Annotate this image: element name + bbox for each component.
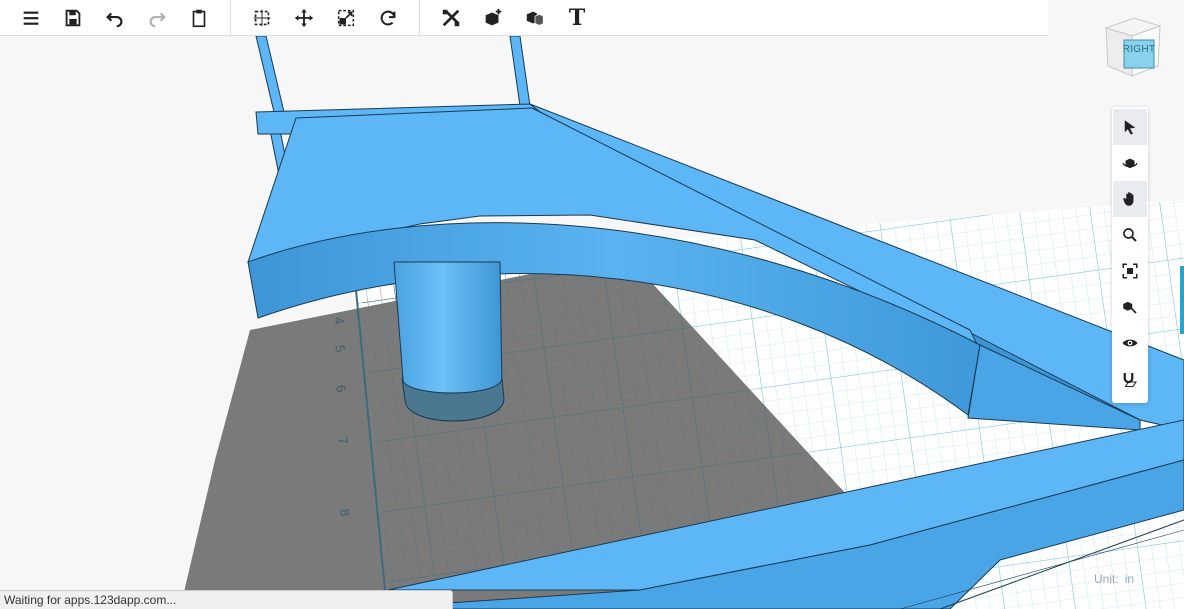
tools-button[interactable]: [433, 3, 469, 33]
toolbar-group-shapes: T: [420, 0, 608, 36]
group-button[interactable]: [244, 3, 280, 33]
toolbar-group-file: [0, 0, 231, 36]
text-tool-icon: T: [568, 4, 586, 31]
select-arrow-icon: [1124, 120, 1136, 135]
save-icon: [65, 9, 81, 26]
move-button[interactable]: [286, 3, 322, 33]
view-tools-palette: [1112, 107, 1148, 403]
shapes-panel-tab[interactable]: [1180, 266, 1184, 334]
text-tool-button[interactable]: T: [559, 3, 595, 33]
redo-icon: [149, 12, 166, 27]
add-shape-icon: [485, 8, 502, 25]
combine-icon: [526, 11, 544, 26]
scale-button[interactable]: [328, 3, 364, 33]
3d-viewport[interactable]: 4 5 6 7 8: [0, 0, 1184, 609]
redo-button[interactable]: [139, 3, 175, 33]
menu-button[interactable]: [13, 3, 49, 33]
view-selected-button[interactable]: [1113, 289, 1147, 325]
snap-magnet-icon: [1123, 373, 1137, 388]
add-shape-button[interactable]: [475, 3, 511, 33]
visibility-eye-icon: [1122, 339, 1138, 347]
zoom-tool-button[interactable]: [1113, 217, 1147, 253]
visibility-button[interactable]: [1113, 325, 1147, 361]
select-tool-button[interactable]: [1113, 109, 1147, 145]
orbit-icon: [1122, 158, 1138, 169]
undo-button[interactable]: [97, 3, 133, 33]
pan-tool-button[interactable]: [1113, 181, 1147, 217]
unit-value[interactable]: in: [1125, 572, 1134, 586]
rotate-button[interactable]: [370, 3, 406, 33]
browser-status-bar: Waiting for apps.123dapp.com...: [0, 590, 453, 609]
fit-view-icon: [1122, 263, 1138, 279]
clipboard-icon: [192, 9, 206, 27]
unit-readout: Unit: in: [1094, 572, 1134, 586]
combine-button[interactable]: [517, 3, 553, 33]
menu-icon: [23, 11, 39, 25]
undo-icon: [106, 12, 123, 27]
group-icon: [253, 9, 271, 26]
main-toolbar: T: [0, 0, 1048, 36]
rotate-icon: [380, 10, 396, 25]
move-icon: [294, 8, 314, 27]
orbit-tool-button[interactable]: [1113, 145, 1147, 181]
toolbar-group-transform: [231, 0, 420, 36]
modeler-app: 4 5 6 7 8 T RIGHT Unit: in Waiting for a…: [0, 0, 1184, 609]
snap-magnet-button[interactable]: [1113, 361, 1147, 397]
cylinder-leg[interactable]: [393, 261, 505, 422]
view-selected-icon: [1123, 301, 1137, 314]
scene-canvas[interactable]: 4 5 6 7 8: [0, 0, 1184, 609]
clipboard-button[interactable]: [181, 3, 217, 33]
unit-label: Unit:: [1094, 572, 1119, 586]
scale-icon: [337, 9, 355, 26]
pan-hand-icon: [1123, 192, 1134, 206]
zoom-icon: [1123, 228, 1137, 242]
viewcube-face-label: RIGHT: [1122, 44, 1156, 55]
fit-view-button[interactable]: [1113, 253, 1147, 289]
save-button[interactable]: [55, 3, 91, 33]
tools-icon: [442, 9, 460, 26]
